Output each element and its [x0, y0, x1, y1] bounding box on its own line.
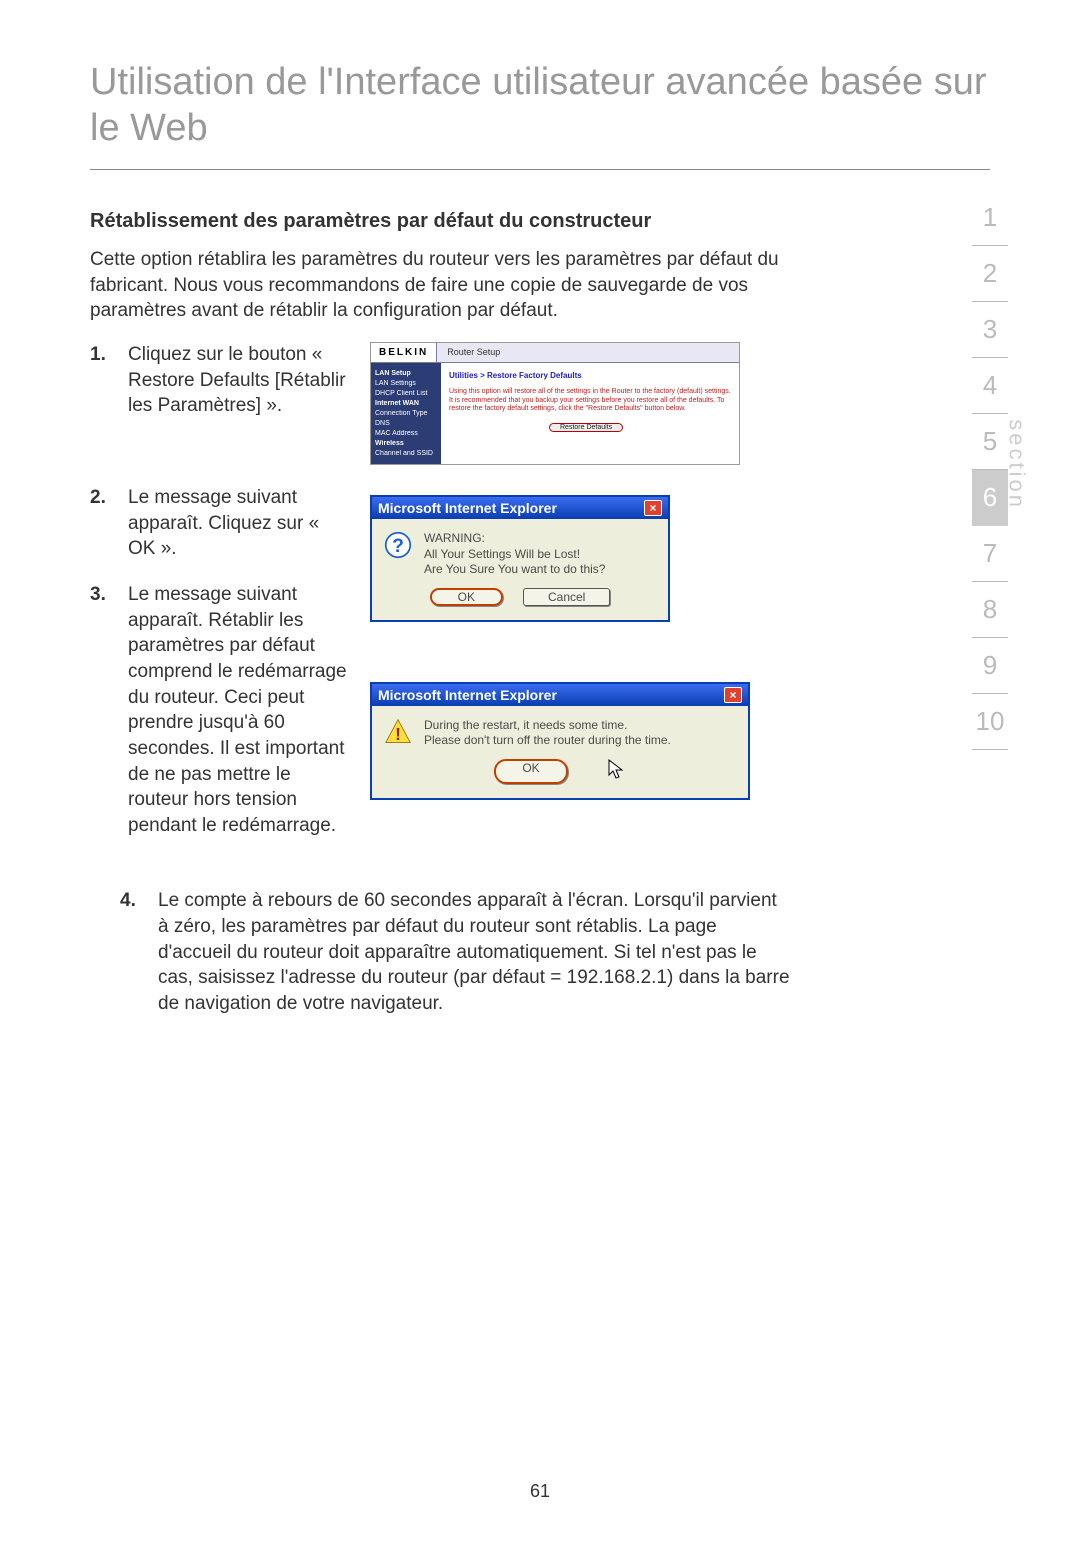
dialog2-line1: During the restart, it needs some time. [424, 718, 671, 734]
restore-defaults-button[interactable]: Restore Defaults [549, 423, 623, 432]
section-label: section [1004, 419, 1030, 510]
question-icon: ? [384, 531, 412, 559]
step4-text: Le compte à rebours de 60 secondes appar… [158, 888, 790, 1016]
nav-2[interactable]: 2 [972, 246, 1008, 302]
step1-number: 1. [90, 342, 114, 419]
router-breadcrumb: Utilities > Restore Factory Defaults [449, 371, 731, 380]
dialog1-title: Microsoft Internet Explorer [378, 500, 557, 516]
nav-4[interactable]: 4 [972, 358, 1008, 414]
intro-paragraph: Cette option rétablira les paramètres du… [90, 247, 790, 324]
cancel-button[interactable]: Cancel [523, 588, 610, 606]
warning-dialog: Microsoft Internet Explorer × ? WARNING: [370, 495, 670, 622]
nav-8[interactable]: 8 [972, 582, 1008, 638]
step4-number: 4. [120, 888, 144, 1016]
dialog1-line2: All Your Settings Will be Lost! [424, 547, 605, 563]
nav-1[interactable]: 1 [972, 190, 1008, 246]
nav-5[interactable]: 5 [972, 414, 1008, 470]
nav-7[interactable]: 7 [972, 526, 1008, 582]
section-nav: 1 2 3 4 5 6 7 8 9 10 section [960, 190, 1020, 750]
step1-text: Cliquez sur le bouton « Restore Defaults… [128, 342, 350, 419]
svg-text:?: ? [392, 536, 404, 557]
dialog1-line3: Are You Sure You want to do this? [424, 562, 605, 578]
ok-button[interactable]: OK [494, 759, 567, 784]
page-number: 61 [0, 1481, 1080, 1502]
dialog1-line1: WARNING: [424, 531, 605, 547]
step3-text: Le message suivant apparaît. Rétablir le… [128, 582, 350, 838]
step3-number: 3. [90, 582, 114, 838]
step2-number: 2. [90, 485, 114, 562]
step2-text: Le message suivant apparaît. Cliquez sur… [128, 485, 350, 562]
close-icon[interactable]: × [724, 687, 742, 703]
nav-10[interactable]: 10 [972, 694, 1008, 750]
restart-dialog: Microsoft Internet Explorer × ! During t… [370, 682, 750, 800]
dialog2-title: Microsoft Internet Explorer [378, 687, 557, 703]
belkin-logo: BELKIN [371, 343, 437, 362]
page-title: Utilisation de l'Interface utilisateur a… [90, 60, 990, 170]
router-setup-tab: Router Setup [437, 343, 739, 362]
router-sidebar: LAN Setup LAN Settings DHCP Client List … [371, 363, 441, 464]
nav-9[interactable]: 9 [972, 638, 1008, 694]
router-description: Using this option will restore all of th… [449, 388, 731, 413]
nav-6[interactable]: 6 [972, 470, 1008, 526]
router-setup-screenshot: BELKIN Router Setup LAN Setup LAN Settin… [370, 342, 740, 465]
cursor-icon [608, 759, 626, 784]
nav-3[interactable]: 3 [972, 302, 1008, 358]
section-heading: Rétablissement des paramètres par défaut… [90, 210, 790, 233]
svg-text:!: ! [395, 724, 401, 744]
dialog2-line2: Please don't turn off the router during … [424, 733, 671, 749]
close-icon[interactable]: × [644, 500, 662, 516]
warning-icon: ! [384, 718, 412, 746]
ok-button[interactable]: OK [430, 588, 503, 606]
